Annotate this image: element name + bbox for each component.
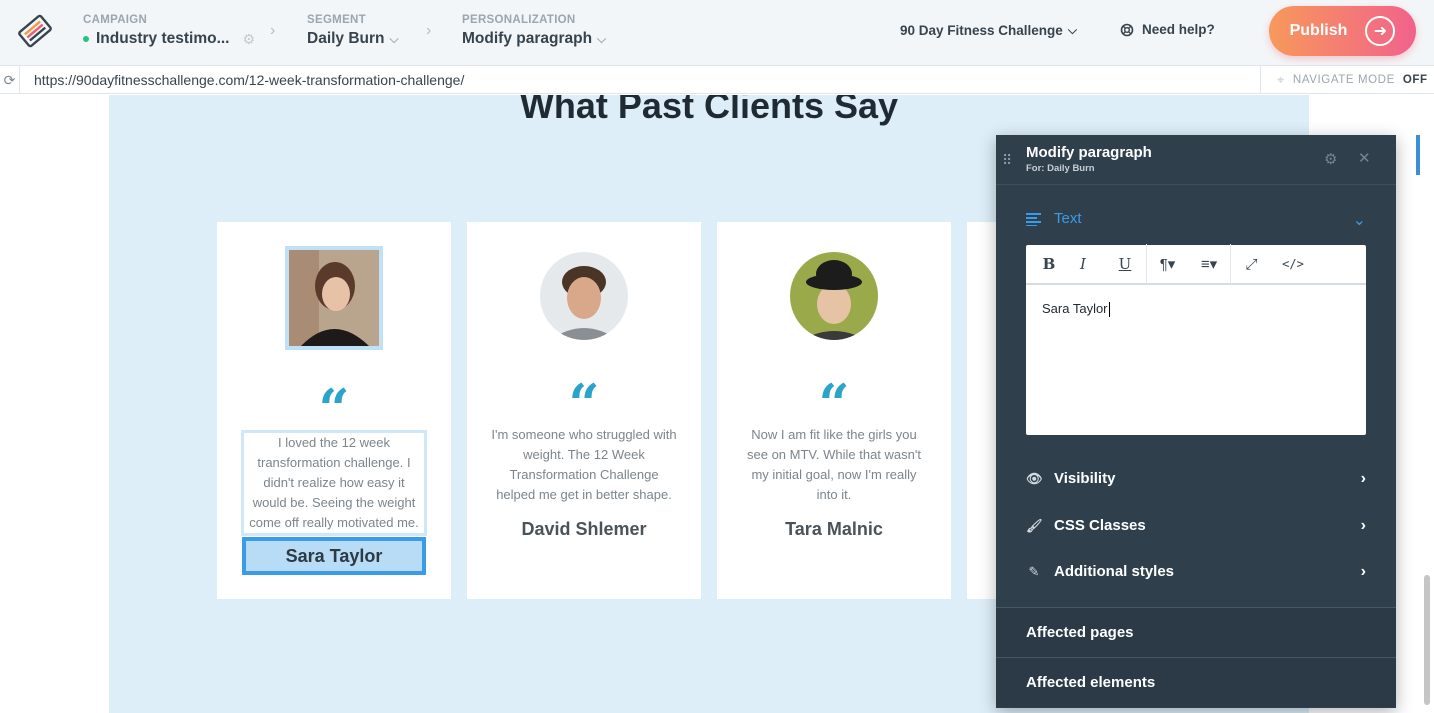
panel-header[interactable]: ⠿ Modify paragraph For: Daily Burn ⚙ ✕ <box>996 135 1396 185</box>
navigate-mode-toggle[interactable]: ⌖ NAVIGATE MODE OFF <box>1260 66 1434 94</box>
testimonial-card[interactable]: “ I'm someone who struggled with weight.… <box>467 222 701 599</box>
close-icon[interactable]: ✕ <box>1358 149 1371 167</box>
navigate-mode-state: OFF <box>1402 74 1428 86</box>
account-name: 90 Day Fitness Challenge <box>900 23 1063 38</box>
text-section-toggle[interactable]: Text ⌄ <box>1026 210 1366 229</box>
publish-label: Publish <box>1289 22 1348 39</box>
paragraph-format-icon[interactable]: ¶▾ <box>1146 244 1188 284</box>
chevron-down-icon: ⌵ <box>1067 23 1077 37</box>
editor-toolbar: B I U ¶▾ ≡▾ ⤢ </> <box>1026 244 1366 285</box>
visibility-label: Visibility <box>1054 470 1116 487</box>
chevron-right-icon: › <box>1360 516 1366 534</box>
underline-icon[interactable]: U <box>1104 244 1146 284</box>
status-dot-icon <box>83 36 89 42</box>
top-bar: CAMPAIGN Industry testimo... ⚙ › SEGMENT… <box>0 0 1434 66</box>
account-dropdown[interactable]: 90 Day Fitness Challenge ⌵ <box>900 23 1077 38</box>
breadcrumb-campaign[interactable]: CAMPAIGN Industry testimo... ⚙ <box>83 14 255 48</box>
testimonial-card[interactable]: “ Now I am fit like the girls you see on… <box>717 222 951 599</box>
eye-icon: 👁 <box>1026 470 1043 486</box>
panel-title: Modify paragraph <box>1026 144 1152 161</box>
bold-icon[interactable]: B <box>1036 244 1062 284</box>
help-link[interactable]: Need help? <box>1120 22 1215 37</box>
align-dropdown-icon[interactable]: ≡▾ <box>1188 244 1230 284</box>
testimonial-card[interactable]: “ I loved the 12 week transformation cha… <box>217 222 451 599</box>
segment-label: SEGMENT <box>307 14 366 26</box>
testimonial-name[interactable]: Tara Malnic <box>717 519 951 540</box>
chevron-right-icon: › <box>426 22 432 39</box>
css-classes-label: CSS Classes <box>1054 517 1146 534</box>
url-field[interactable]: https://90dayfitnesschallenge.com/12-wee… <box>34 72 464 88</box>
editor-text: Sara Taylor <box>1042 301 1108 316</box>
affected-pages-label: Affected pages <box>1026 624 1134 641</box>
chevron-right-icon: › <box>1360 469 1366 487</box>
chevron-right-icon: › <box>1360 562 1366 580</box>
logo-icon[interactable] <box>15 12 55 50</box>
gear-icon[interactable]: ⚙ <box>1324 150 1337 168</box>
testimonial-text[interactable]: I loved the 12 week transformation chall… <box>241 430 427 536</box>
pencil-icon: ✎ <box>1028 563 1040 579</box>
quote-icon: “ <box>568 372 600 436</box>
fullscreen-icon[interactable]: ⤢ <box>1230 244 1272 284</box>
affected-elements-section[interactable]: Affected elements <box>996 657 1396 707</box>
chevron-down-icon: ⌵ <box>597 31 607 46</box>
additional-styles-label: Additional styles <box>1054 563 1175 580</box>
testimonial-name-selected[interactable]: Sara Taylor <box>242 537 426 575</box>
campaign-label: CAMPAIGN <box>83 14 148 26</box>
affected-elements-label: Affected elements <box>1026 674 1156 691</box>
avatar[interactable] <box>790 252 878 340</box>
breadcrumb-personalization[interactable]: PERSONALIZATION Modify paragraph ⌵ <box>462 14 606 48</box>
paintbrush-icon: 🖌 <box>1026 517 1043 533</box>
chevron-down-icon: ⌵ <box>389 31 399 46</box>
rich-text-editor[interactable]: B I U ¶▾ ≡▾ ⤢ </> Sara Taylor <box>1026 244 1366 435</box>
modify-paragraph-panel: ⠿ Modify paragraph For: Daily Burn ⚙ ✕ T… <box>996 135 1396 708</box>
testimonial-name[interactable]: David Shlemer <box>467 519 701 540</box>
campaign-name: Industry testimo... <box>96 30 230 47</box>
testimonial-text[interactable]: Now I am fit like the girls you see on M… <box>741 425 927 505</box>
url-bar: ⟳ https://90dayfitnesschallenge.com/12-w… <box>0 66 1434 94</box>
navigate-mode-label: NAVIGATE MODE <box>1292 74 1395 86</box>
page-scrollbar[interactable] <box>1424 575 1430 705</box>
segment-name: Daily Burn <box>307 30 385 47</box>
avatar[interactable] <box>285 246 383 350</box>
personalization-name: Modify paragraph <box>462 30 593 47</box>
breadcrumb-segment[interactable]: SEGMENT Daily Burn ⌵ <box>307 14 399 48</box>
css-classes-section[interactable]: 🖌 CSS Classes › <box>1026 516 1366 535</box>
avatar-photo <box>289 250 379 346</box>
selection-marker <box>1416 135 1420 175</box>
affected-pages-section[interactable]: Affected pages <box>996 607 1396 657</box>
additional-styles-section[interactable]: ✎ Additional styles › <box>1026 562 1366 581</box>
personalization-label: PERSONALIZATION <box>462 14 576 26</box>
panel-subtitle: For: Daily Burn <box>1026 163 1095 174</box>
refresh-icon[interactable]: ⟳ <box>0 66 20 94</box>
text-caret <box>1108 302 1110 318</box>
code-view-icon[interactable]: </> <box>1272 244 1314 284</box>
italic-icon[interactable]: I <box>1062 244 1104 284</box>
campaign-settings-gear-icon[interactable]: ⚙ <box>243 31 256 48</box>
arrow-right-icon: ➜ <box>1365 16 1396 46</box>
editor-content[interactable]: Sara Taylor <box>1026 285 1366 333</box>
chevron-right-icon: › <box>270 22 276 39</box>
drag-handle-icon[interactable]: ⠿ <box>1002 152 1012 169</box>
chevron-down-icon: ⌄ <box>1352 212 1366 229</box>
avatar[interactable] <box>540 252 628 340</box>
section-heading[interactable]: What Past Clients Say <box>109 95 1309 127</box>
align-left-icon <box>1026 212 1041 226</box>
visibility-section[interactable]: 👁 Visibility › <box>1026 469 1366 488</box>
lifebuoy-icon <box>1120 23 1134 36</box>
testimonial-text[interactable]: I'm someone who struggled with weight. T… <box>491 425 677 505</box>
text-section-label: Text <box>1054 210 1082 227</box>
crosshair-icon: ⌖ <box>1277 72 1285 87</box>
quote-icon: “ <box>818 372 850 436</box>
help-label: Need help? <box>1142 22 1215 37</box>
quote-icon: “ <box>318 377 350 441</box>
publish-button[interactable]: Publish ➜ <box>1269 6 1416 56</box>
